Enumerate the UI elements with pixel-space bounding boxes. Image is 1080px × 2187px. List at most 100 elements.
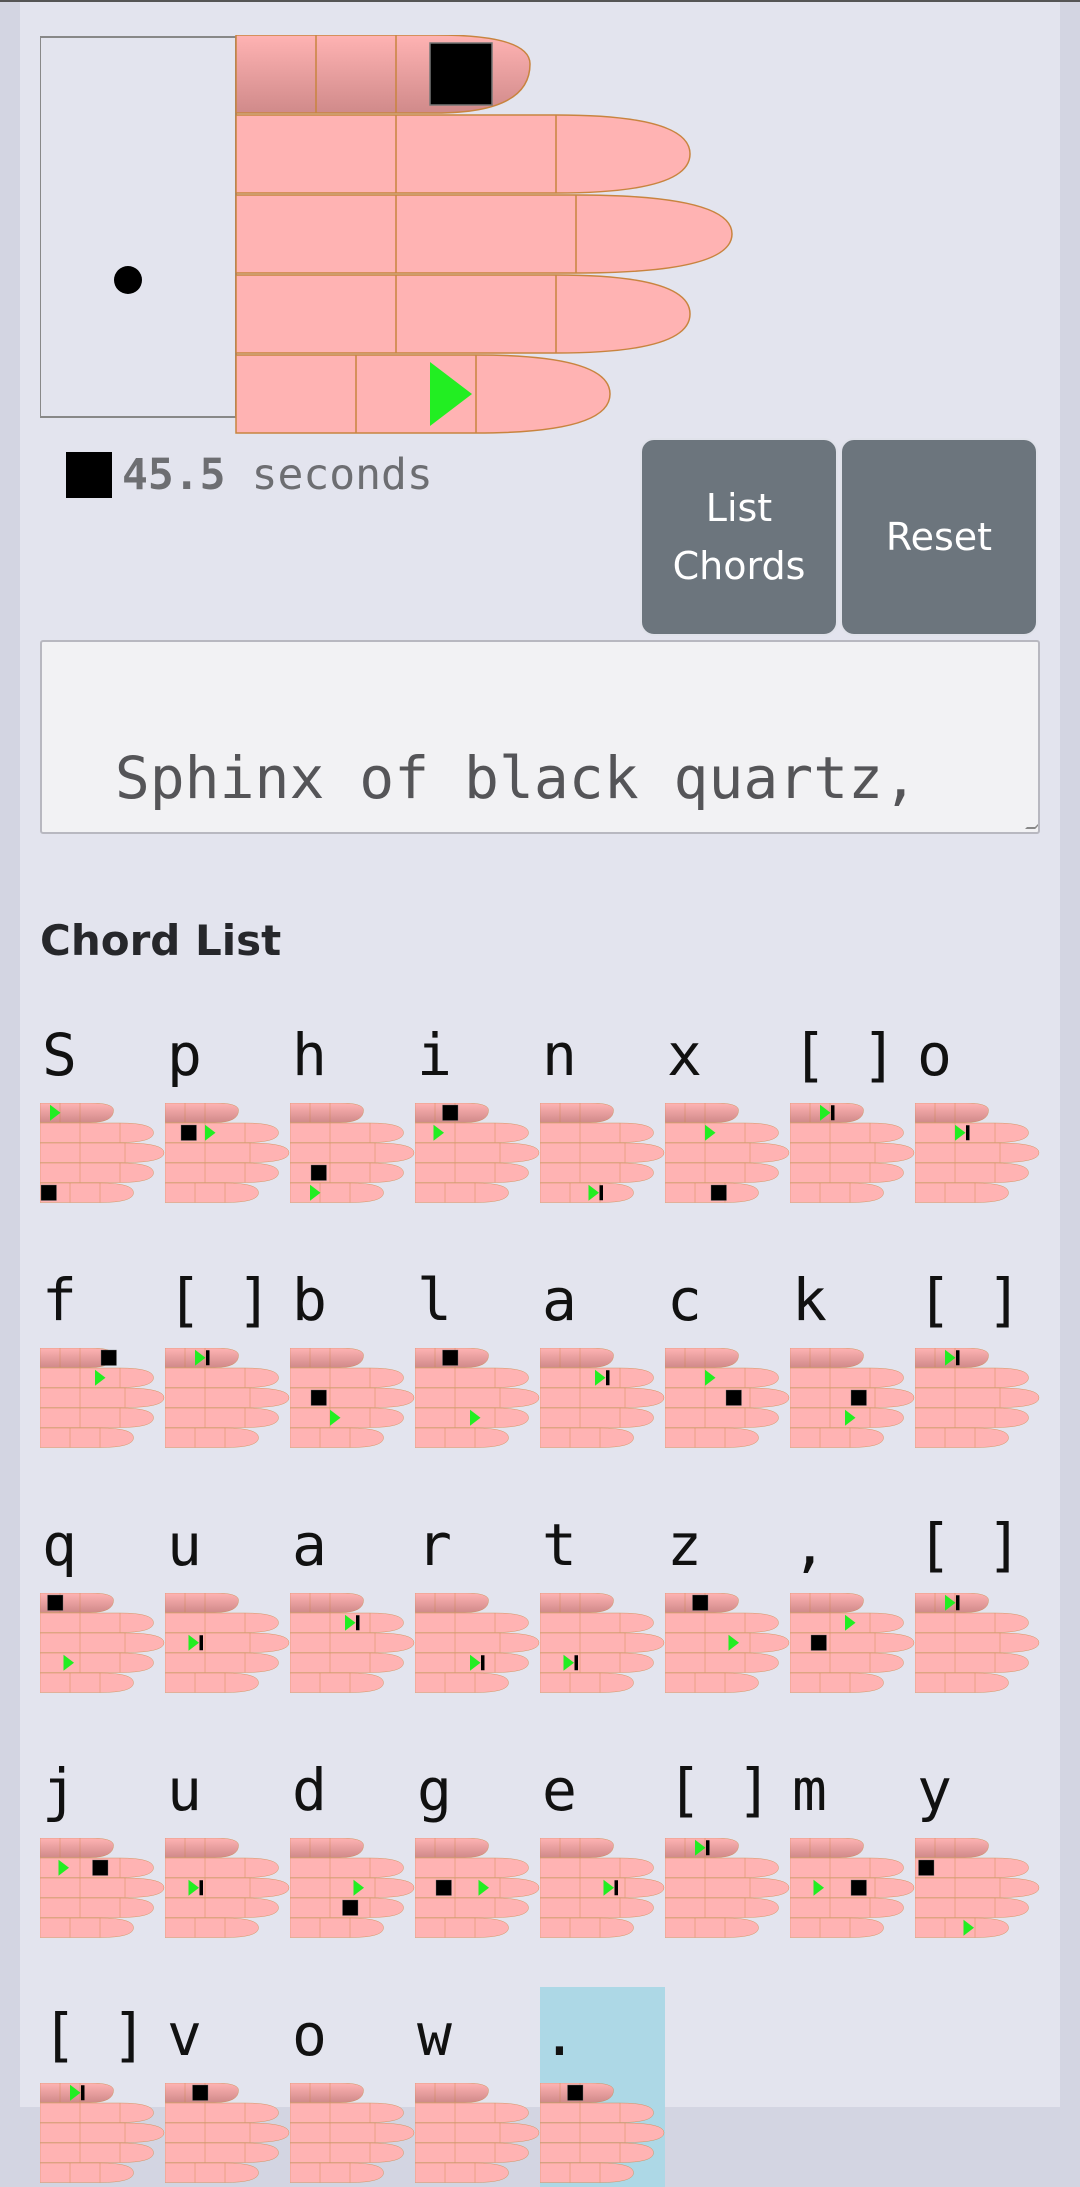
chord-item[interactable]: m bbox=[790, 1742, 915, 1942]
chord-item[interactable]: w bbox=[415, 1987, 540, 2187]
chord-char: t bbox=[542, 1511, 577, 1579]
chord-char: [ ] bbox=[667, 1756, 772, 1824]
chord-item[interactable]: [ ] bbox=[40, 1987, 165, 2187]
press-bar-icon bbox=[81, 2085, 85, 2101]
press-bar-icon bbox=[966, 1125, 970, 1141]
chord-item[interactable]: h bbox=[290, 1007, 415, 1207]
press-square-icon bbox=[435, 1879, 452, 1896]
chord-item[interactable]: d bbox=[290, 1742, 415, 1942]
chord-char: z bbox=[667, 1511, 702, 1579]
press-square-icon bbox=[92, 1859, 109, 1876]
thumb-finger bbox=[790, 1593, 864, 1613]
chord-item[interactable]: [ ] bbox=[915, 1497, 1040, 1697]
middle-finger bbox=[290, 1877, 415, 1898]
chord-item[interactable]: x bbox=[665, 1007, 790, 1207]
chord-item[interactable]: [ ] bbox=[665, 1742, 790, 1942]
thumb-finger bbox=[165, 1103, 239, 1123]
chord-item[interactable]: n bbox=[540, 1007, 665, 1207]
chord-item[interactable]: v bbox=[165, 1987, 290, 2187]
chord-char: n bbox=[542, 1021, 577, 1089]
middle-finger bbox=[415, 1142, 540, 1163]
chord-item[interactable]: g bbox=[415, 1742, 540, 1942]
chord-item[interactable]: q bbox=[40, 1497, 165, 1697]
press-bar-icon bbox=[199, 1635, 203, 1651]
top-border bbox=[0, 0, 1080, 2]
chord-item[interactable]: o bbox=[915, 1007, 1040, 1207]
pinky-finger bbox=[415, 1917, 509, 1938]
chord-char: a bbox=[542, 1266, 577, 1334]
chord-hand-diagram bbox=[415, 1593, 540, 1693]
index-finger bbox=[40, 2102, 154, 2123]
chord-item[interactable]: e bbox=[540, 1742, 665, 1942]
chord-item[interactable]: t bbox=[540, 1497, 665, 1697]
middle-finger bbox=[40, 1387, 165, 1408]
chord-hand-diagram bbox=[540, 1103, 665, 1203]
middle-finger bbox=[540, 1632, 665, 1653]
ring-finger bbox=[915, 1652, 1029, 1673]
chord-hand-diagram bbox=[40, 2083, 165, 2183]
list-chords-button[interactable]: List Chords bbox=[640, 438, 838, 636]
chord-item[interactable]: l bbox=[415, 1252, 540, 1452]
middle-finger bbox=[415, 1877, 540, 1898]
ring-finger bbox=[540, 1162, 654, 1183]
pinky-finger bbox=[665, 1917, 759, 1938]
chord-item[interactable]: S bbox=[40, 1007, 165, 1207]
chord-item[interactable]: u bbox=[165, 1742, 290, 1942]
chord-item[interactable]: [ ] bbox=[790, 1007, 915, 1207]
chord-hand-diagram bbox=[290, 2083, 415, 2183]
chord-hand-diagram bbox=[165, 2083, 290, 2183]
press-square-icon bbox=[918, 1859, 935, 1876]
thumb-finger bbox=[790, 1838, 864, 1858]
ring-finger bbox=[790, 1652, 904, 1673]
chord-hand-diagram bbox=[790, 1593, 915, 1693]
chord-item[interactable]: k bbox=[790, 1252, 915, 1452]
chord-item[interactable]: f bbox=[40, 1252, 165, 1452]
chord-item[interactable]: b bbox=[290, 1252, 415, 1452]
chord-item[interactable]: , bbox=[790, 1497, 915, 1697]
chord-item[interactable]: i bbox=[415, 1007, 540, 1207]
press-square-icon bbox=[192, 2084, 209, 2101]
chord-item[interactable]: a bbox=[540, 1252, 665, 1452]
resize-grip-icon[interactable] bbox=[1025, 819, 1038, 829]
pinky-finger bbox=[790, 1917, 884, 1938]
chord-item[interactable]: [ ] bbox=[915, 1252, 1040, 1452]
ring-finger bbox=[165, 1407, 279, 1428]
chord-item[interactable]: z bbox=[665, 1497, 790, 1697]
chord-char: x bbox=[667, 1021, 702, 1089]
middle-finger bbox=[540, 1877, 665, 1898]
index-finger bbox=[540, 2102, 654, 2123]
chord-char: a bbox=[292, 1511, 327, 1579]
ring-finger bbox=[290, 2142, 404, 2163]
middle-finger bbox=[290, 2122, 415, 2143]
chord-char: e bbox=[542, 1756, 577, 1824]
chord-hand-diagram bbox=[415, 1103, 540, 1203]
middle-finger bbox=[290, 1632, 415, 1653]
chord-item[interactable]: y bbox=[915, 1742, 1040, 1942]
chord-item[interactable]: a bbox=[290, 1497, 415, 1697]
chord-item[interactable]: p bbox=[165, 1007, 290, 1207]
chord-char: c bbox=[667, 1266, 702, 1334]
chord-item[interactable]: u bbox=[165, 1497, 290, 1697]
pinky-finger bbox=[415, 1672, 509, 1693]
chord-char: [ ] bbox=[917, 1511, 1022, 1579]
chord-item[interactable]: r bbox=[415, 1497, 540, 1697]
chord-item[interactable]: . bbox=[540, 1987, 665, 2187]
chord-char: u bbox=[167, 1756, 202, 1824]
practice-text-area[interactable]: Sphinx of black quartz, judge my vow. bbox=[40, 640, 1040, 834]
chord-hand-diagram bbox=[290, 1838, 415, 1938]
chord-item[interactable]: [ ] bbox=[165, 1252, 290, 1452]
press-square-icon bbox=[442, 1349, 459, 1366]
thumb-finger bbox=[290, 1593, 364, 1613]
thumb-finger bbox=[915, 1103, 989, 1123]
chord-hand-diagram bbox=[790, 1838, 915, 1938]
chord-item[interactable]: c bbox=[665, 1252, 790, 1452]
press-bar-icon bbox=[481, 1655, 485, 1671]
pinky-finger bbox=[540, 2162, 634, 2183]
ring-finger bbox=[415, 2142, 529, 2163]
chord-item[interactable]: o bbox=[290, 1987, 415, 2187]
index-finger bbox=[915, 1367, 1029, 1388]
chord-item[interactable]: j bbox=[40, 1742, 165, 1942]
reset-button[interactable]: Reset bbox=[840, 438, 1038, 636]
index-finger bbox=[290, 1857, 404, 1878]
thumb-finger bbox=[415, 2083, 489, 2103]
